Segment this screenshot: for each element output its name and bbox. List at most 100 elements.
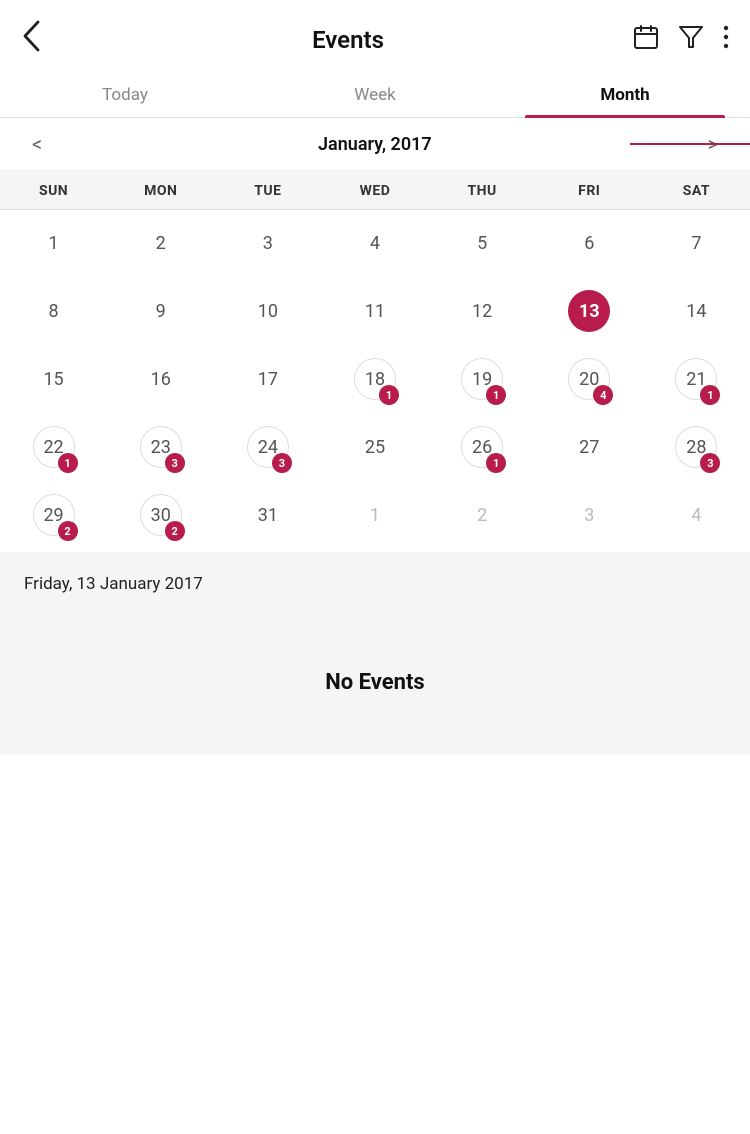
cal-day-number: 27	[568, 426, 610, 468]
cal-cell-20[interactable]: 204	[536, 346, 643, 414]
back-button[interactable]	[20, 18, 64, 61]
event-count-badge: 2	[58, 521, 78, 541]
cal-day-number: 261	[461, 426, 503, 468]
day-header-tue: TUE	[214, 183, 321, 199]
cal-cell-21[interactable]: 211	[643, 346, 750, 414]
cal-day-number: 221	[33, 426, 75, 468]
cal-cell-19[interactable]: 191	[429, 346, 536, 414]
tab-week[interactable]: Week	[250, 71, 500, 117]
cal-cell-15[interactable]: 15	[0, 346, 107, 414]
tabs: Today Week Month	[0, 71, 750, 118]
cal-cell-other1[interactable]: 1	[321, 482, 428, 550]
cal-cell-10[interactable]: 10	[214, 278, 321, 346]
cal-day-number: 243	[247, 426, 289, 468]
calendar-grid: 1234567891011121314151617181191204211221…	[0, 210, 750, 550]
cal-day-number: 12	[461, 290, 503, 332]
cal-day-number: 181	[354, 358, 396, 400]
day-header-wed: WED	[321, 183, 428, 199]
event-count-badge: 3	[272, 453, 292, 473]
cal-cell-6[interactable]: 6	[536, 210, 643, 278]
event-count-badge: 1	[58, 453, 78, 473]
selected-date-label: Friday, 13 January 2017	[24, 574, 203, 594]
prev-month-button[interactable]: <	[20, 128, 54, 160]
tab-month[interactable]: Month	[500, 71, 750, 117]
cal-cell-7[interactable]: 7	[643, 210, 750, 278]
page-title: Events	[312, 26, 384, 54]
cal-cell-22[interactable]: 221	[0, 414, 107, 482]
cal-day-number: 1	[354, 494, 396, 536]
calendar-icon[interactable]	[632, 23, 660, 57]
cal-cell-5[interactable]: 5	[429, 210, 536, 278]
month-navigation: < January, 2017 >	[0, 118, 750, 171]
tab-today[interactable]: Today	[0, 71, 250, 117]
day-header-thu: THU	[429, 183, 536, 199]
cal-day-number: 5	[461, 222, 503, 264]
event-count-badge: 1	[379, 385, 399, 405]
cal-cell-2[interactable]: 2	[107, 210, 214, 278]
event-count-badge: 3	[165, 453, 185, 473]
cal-day-number: 292	[33, 494, 75, 536]
cal-day-number: 13	[568, 290, 610, 332]
cal-cell-8[interactable]: 8	[0, 278, 107, 346]
cal-day-number: 2	[140, 222, 182, 264]
month-nav-line	[630, 143, 750, 145]
cal-day-number: 17	[247, 358, 289, 400]
cal-cell-29[interactable]: 292	[0, 482, 107, 550]
cal-cell-23[interactable]: 233	[107, 414, 214, 482]
cal-day-number: 14	[675, 290, 717, 332]
cal-cell-31[interactable]: 31	[214, 482, 321, 550]
cal-cell-4[interactable]: 4	[321, 210, 428, 278]
cal-day-number: 25	[354, 426, 396, 468]
cal-day-number: 11	[354, 290, 396, 332]
cal-day-number: 283	[675, 426, 717, 468]
cal-cell-13[interactable]: 13	[536, 278, 643, 346]
cal-cell-16[interactable]: 16	[107, 346, 214, 414]
cal-cell-12[interactable]: 12	[429, 278, 536, 346]
header-icons	[632, 23, 730, 57]
month-title: January, 2017	[54, 134, 695, 155]
cal-day-number: 302	[140, 494, 182, 536]
cal-cell-9[interactable]: 9	[107, 278, 214, 346]
day-header-sat: SAT	[643, 183, 750, 199]
cal-cell-27[interactable]: 27	[536, 414, 643, 482]
cal-cell-17[interactable]: 17	[214, 346, 321, 414]
selected-date-section: Friday, 13 January 2017	[0, 552, 750, 610]
day-headers: SUNMONTUEWEDTHUFRISAT	[0, 171, 750, 210]
event-count-badge: 1	[700, 385, 720, 405]
day-header-fri: FRI	[536, 183, 643, 199]
more-icon[interactable]	[722, 23, 730, 57]
cal-cell-24[interactable]: 243	[214, 414, 321, 482]
cal-day-number: 6	[568, 222, 610, 264]
cal-cell-other2[interactable]: 2	[429, 482, 536, 550]
cal-day-number: 9	[140, 290, 182, 332]
filter-icon[interactable]	[678, 23, 704, 57]
cal-cell-other4[interactable]: 4	[643, 482, 750, 550]
event-count-badge: 4	[593, 385, 613, 405]
cal-cell-28[interactable]: 283	[643, 414, 750, 482]
cal-day-number: 15	[33, 358, 75, 400]
cal-cell-3[interactable]: 3	[214, 210, 321, 278]
cal-cell-14[interactable]: 14	[643, 278, 750, 346]
cal-day-number: 16	[140, 358, 182, 400]
cal-day-number: 204	[568, 358, 610, 400]
event-count-badge: 3	[700, 453, 720, 473]
cal-day-number: 211	[675, 358, 717, 400]
cal-day-number: 191	[461, 358, 503, 400]
cal-cell-other3[interactable]: 3	[536, 482, 643, 550]
cal-cell-26[interactable]: 261	[429, 414, 536, 482]
cal-day-number: 233	[140, 426, 182, 468]
cal-cell-1[interactable]: 1	[0, 210, 107, 278]
cal-day-number: 3	[247, 222, 289, 264]
no-events-section: No Events	[0, 610, 750, 755]
cal-cell-18[interactable]: 181	[321, 346, 428, 414]
day-header-mon: MON	[107, 183, 214, 199]
cal-cell-25[interactable]: 25	[321, 414, 428, 482]
cal-day-number: 31	[247, 494, 289, 536]
cal-day-number: 3	[568, 494, 610, 536]
cal-cell-30[interactable]: 302	[107, 482, 214, 550]
cal-day-number: 1	[33, 222, 75, 264]
cal-cell-11[interactable]: 11	[321, 278, 428, 346]
cal-day-number: 4	[675, 494, 717, 536]
cal-day-number: 4	[354, 222, 396, 264]
header: Events	[0, 0, 750, 71]
